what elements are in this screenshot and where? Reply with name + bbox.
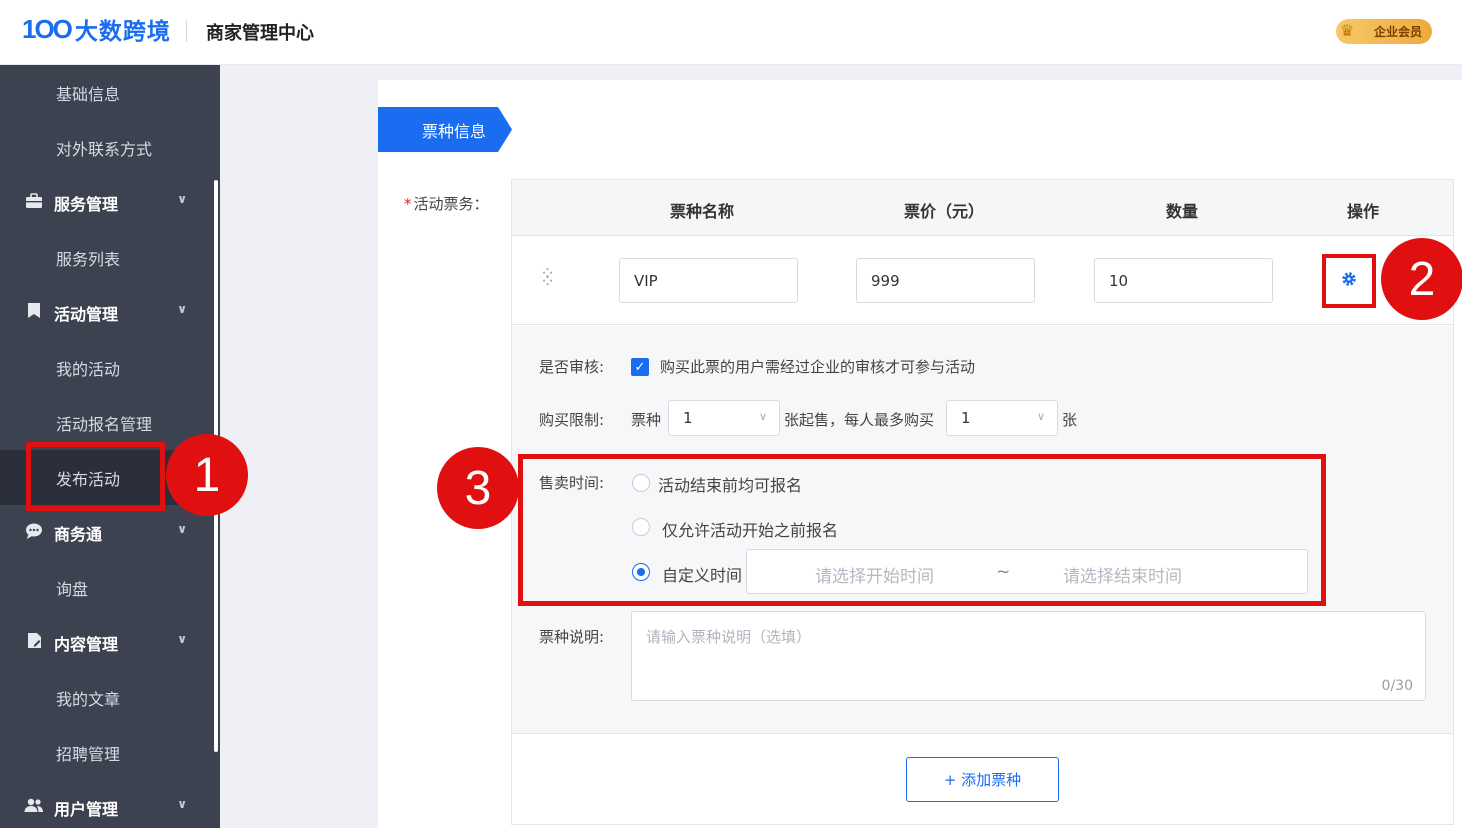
section-tag-ticket-info: 票种信息: [378, 107, 512, 152]
logo-text: 大数跨境: [74, 19, 171, 45]
sidebar-item-label: 招聘管理: [56, 744, 121, 764]
column-header-actions: 操作: [1347, 202, 1380, 221]
ticket-name-input[interactable]: VIP: [619, 258, 798, 303]
limit-suffix: 张: [1062, 411, 1078, 429]
description-placeholder: 请输入票种说明（选填）: [646, 628, 812, 646]
limit-label: 购买限制:: [539, 411, 605, 429]
sidebar-item-label: 商务通: [54, 524, 103, 544]
sidebar-group-activity[interactable]: 活动管理 ∨: [0, 285, 215, 340]
sidebar-item-label: 服务管理: [54, 194, 119, 214]
check-icon: ✓: [634, 359, 646, 375]
ticket-quantity-input[interactable]: 10: [1094, 258, 1273, 303]
ticket-price-input[interactable]: 999: [856, 258, 1035, 303]
ticket-description-textarea[interactable]: 请输入票种说明（选填） 0/30: [631, 611, 1426, 701]
users-icon: [24, 798, 44, 817]
required-mark: *: [404, 195, 412, 213]
review-text: 购买此票的用户需经过企业的审核才可参与活动: [660, 358, 976, 376]
description-label: 票种说明:: [539, 628, 605, 646]
logo-mark: 1OO: [22, 13, 73, 44]
chevron-down-icon: ∨: [177, 797, 187, 811]
review-label: 是否审核:: [539, 358, 605, 376]
brand-logo[interactable]: 1OO 大数跨境: [22, 12, 171, 46]
sidebar-item-label: 我的文章: [56, 689, 121, 709]
ticket-table-header: 票种名称 票价（元） 数量 操作: [512, 180, 1453, 236]
annotation-marker-2: 2: [1381, 238, 1462, 320]
briefcase-icon: [24, 192, 44, 213]
sidebar-item-label: 对外联系方式: [56, 139, 153, 159]
sidebar-item-inquiry[interactable]: 询盘: [0, 560, 215, 615]
annotation-marker-1: 1: [166, 434, 248, 516]
tickets-field-text: 活动票务：: [413, 195, 489, 213]
column-header-price: 票价（元）: [904, 202, 985, 221]
chat-icon: [24, 523, 44, 543]
annotation-marker-3: 3: [437, 447, 519, 529]
crown-icon: ♛: [1340, 21, 1355, 40]
sidebar-item-service-list[interactable]: 服务列表: [0, 230, 215, 285]
max-purchase-value: 1: [961, 409, 971, 427]
column-header-quantity: 数量: [1166, 202, 1199, 221]
sidebar-item-label: 基础信息: [56, 84, 121, 104]
annotation-box-3: [518, 454, 1326, 606]
sidebar-item-recruitment[interactable]: 招聘管理: [0, 725, 215, 780]
sidebar-item-label: 活动管理: [54, 304, 119, 324]
sidebar-item-my-articles[interactable]: 我的文章: [0, 670, 215, 725]
sidebar-item-label: 用户管理: [54, 799, 119, 819]
sidebar-item-label: 询盘: [56, 579, 89, 599]
sidebar-item-label: 我的活动: [56, 359, 121, 379]
chevron-down-icon: ∨: [1036, 410, 1045, 423]
sidebar-group-business[interactable]: 商务通 ∨: [0, 505, 215, 560]
top-header: 1OO 大数跨境 商家管理中心 ♛ 企业会员: [0, 0, 1462, 65]
sidebar-item-label: 内容管理: [54, 634, 119, 654]
section-tag-label: 票种信息: [422, 121, 487, 141]
review-checkbox[interactable]: ✓: [631, 358, 649, 376]
sidebar-group-service[interactable]: 服务管理 ∨: [0, 175, 215, 230]
char-counter: 0/30: [1381, 678, 1413, 694]
column-header-name: 票种名称: [670, 202, 735, 221]
chevron-down-icon: ∨: [177, 302, 187, 316]
min-purchase-select[interactable]: 1 ∨: [668, 400, 780, 436]
document-icon: [24, 632, 44, 653]
min-purchase-value: 1: [683, 409, 693, 427]
chevron-down-icon: ∨: [177, 632, 187, 646]
header-divider: [186, 20, 187, 42]
vip-label: 企业会员: [1373, 25, 1422, 39]
max-purchase-select[interactable]: 1 ∨: [946, 400, 1058, 436]
sidebar-item-label: 活动报名管理: [56, 414, 153, 434]
limit-mid-text: 张起售，每人最多购买: [784, 411, 935, 429]
sidebar-item-contact[interactable]: 对外联系方式: [0, 120, 215, 175]
drag-handle-icon[interactable]: ⁘ ⁘: [540, 265, 555, 291]
settings-button[interactable]: [1322, 254, 1376, 308]
chevron-down-icon: ∨: [758, 410, 767, 423]
sidebar-item-basic-info[interactable]: 基础信息: [0, 65, 215, 120]
sidebar-item-my-activity[interactable]: 我的活动: [0, 340, 215, 395]
chevron-down-icon: ∨: [177, 522, 187, 536]
add-ticket-button[interactable]: + 添加票种: [906, 757, 1059, 802]
sidebar-group-users[interactable]: 用户管理 ∨: [0, 780, 215, 828]
annotation-box-1: [26, 442, 165, 511]
enterprise-member-badge[interactable]: ♛ 企业会员: [1336, 19, 1432, 44]
sidebar-item-label: 服务列表: [56, 249, 121, 269]
table-row: ⁘ ⁘ VIP 999 10: [512, 236, 1453, 325]
sidebar-group-content[interactable]: 内容管理 ∨: [0, 615, 215, 670]
bookmark-icon: [24, 302, 44, 323]
gear-icon: [1341, 271, 1357, 292]
chevron-down-icon: ∨: [177, 192, 187, 206]
tickets-field-label: * 活动票务：: [404, 193, 489, 214]
page-title: 商家管理中心: [206, 23, 314, 44]
limit-prefix: 票种: [631, 411, 662, 429]
